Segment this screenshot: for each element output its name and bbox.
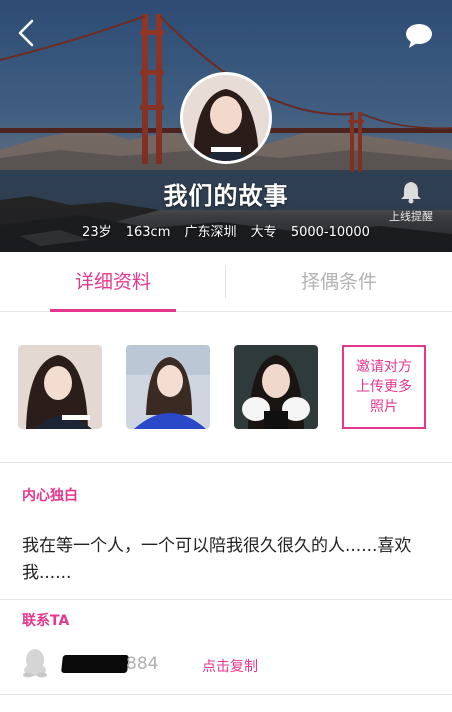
back-button[interactable] [12, 16, 42, 50]
meta-income: 5000-10000 [290, 225, 370, 240]
message-button[interactable] [404, 22, 434, 50]
invite-upload-photos-button[interactable]: 邀请对方 上传更多 照片 [342, 345, 426, 429]
tab-details[interactable]: 详细资料 [0, 252, 226, 312]
profile-header: 我们的故事 23岁 163cm 广东深圳 大专 5000-10000 上线提醒 [0, 0, 452, 252]
active-tab-indicator [50, 309, 176, 312]
chat-bubble-icon [406, 24, 432, 48]
meta-height: 163cm [125, 225, 171, 240]
copy-contact-button[interactable]: 点击复制 [202, 656, 258, 676]
avatar[interactable] [180, 72, 272, 164]
meta-education: 大专 [250, 225, 277, 240]
avatar-photo [183, 75, 269, 161]
meta-location: 广东深圳 [184, 225, 237, 240]
monologue-title: 内心独白 [22, 488, 78, 504]
photo-image [18, 345, 102, 429]
online-remind-label: 上线提醒 [389, 210, 433, 223]
invite-line-2: 上传更多 [356, 379, 412, 395]
invite-line-1: 邀请对方 [356, 359, 412, 375]
photo-strip: 邀请对方 上传更多 照片 [0, 313, 452, 463]
contact-number-redaction [61, 655, 129, 673]
section-divider [0, 599, 452, 600]
photo-thumbnail[interactable] [234, 345, 318, 429]
chevron-left-icon [18, 19, 34, 47]
invite-line-3: 照片 [370, 399, 398, 415]
profile-tabs: 详细资料 择偶条件 [0, 252, 452, 312]
section-divider [0, 694, 452, 695]
photo-thumbnail[interactable] [126, 345, 210, 429]
meta-age: 23岁 [82, 225, 112, 240]
contact-number: 884 [126, 654, 159, 674]
photo-thumbnail[interactable] [18, 345, 102, 429]
bell-icon [401, 182, 421, 204]
contact-title: 联系TA [22, 613, 70, 629]
tab-partner-criteria[interactable]: 择偶条件 [226, 252, 452, 312]
photo-image [126, 345, 210, 429]
photo-image [234, 345, 318, 429]
monologue-text: 我在等一个人，一个可以陪我很久很久的人......喜欢我...... [22, 536, 412, 583]
online-remind-button[interactable]: 上线提醒 [382, 180, 440, 224]
qq-penguin-icon [23, 649, 47, 678]
